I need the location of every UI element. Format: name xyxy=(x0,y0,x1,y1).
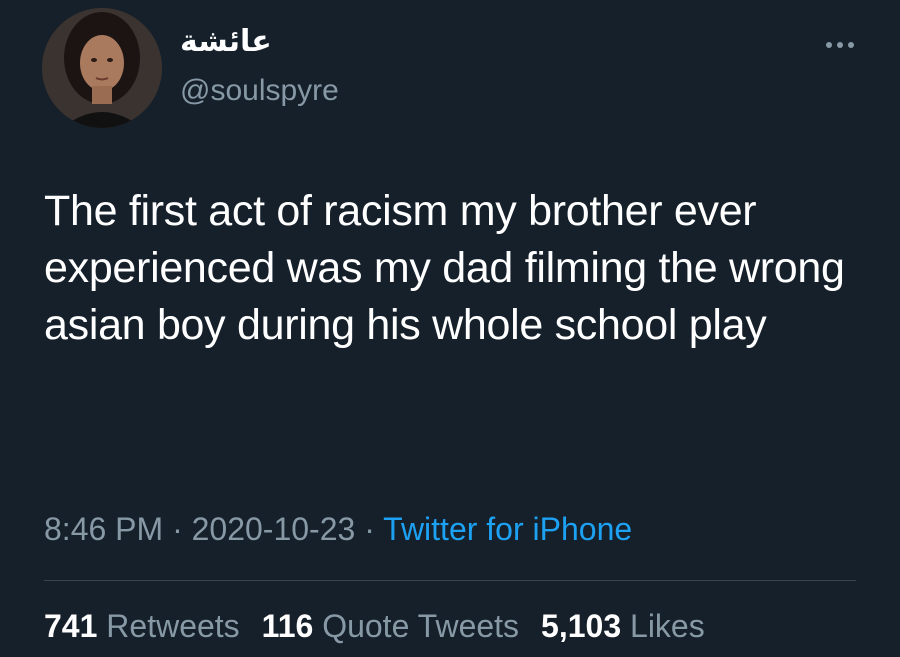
display-name[interactable]: عائشة xyxy=(180,22,272,62)
tweet-source[interactable]: Twitter for iPhone xyxy=(383,511,632,547)
avatar[interactable] xyxy=(42,8,162,128)
dot xyxy=(826,42,832,48)
meta-separator: · xyxy=(172,511,183,547)
more-options-icon[interactable] xyxy=(820,30,860,60)
tweet-metadata: 8:46 PM · 2020-10-23 · Twitter for iPhon… xyxy=(44,508,632,550)
tweet-detail: عائشة @soulspyre The first act of racism… xyxy=(0,0,900,657)
engagement-stats: 741 Retweets 116 Quote Tweets 5,103 Like… xyxy=(44,605,705,647)
profile-photo-icon xyxy=(42,8,162,128)
retweets-label: Retweets xyxy=(106,608,240,644)
retweets-stat[interactable]: 741 Retweets xyxy=(44,605,240,647)
tweet-time[interactable]: 8:46 PM xyxy=(44,511,163,547)
likes-label: Likes xyxy=(630,608,705,644)
likes-count: 5,103 xyxy=(541,608,622,644)
tweet-date[interactable]: 2020-10-23 xyxy=(192,511,356,547)
tweet-text: The first act of racism my brother ever … xyxy=(44,187,845,349)
divider xyxy=(44,580,856,581)
likes-stat[interactable]: 5,103 Likes xyxy=(541,605,705,647)
quote-tweets-count: 116 xyxy=(261,608,314,644)
dot xyxy=(837,42,843,48)
quote-tweets-stat[interactable]: 116 Quote Tweets xyxy=(262,605,519,647)
meta-separator: · xyxy=(364,511,375,547)
quote-tweets-label: Quote Tweets xyxy=(322,608,520,644)
dot xyxy=(848,42,854,48)
retweets-count: 741 xyxy=(44,608,98,644)
user-handle[interactable]: @soulspyre xyxy=(180,72,339,110)
